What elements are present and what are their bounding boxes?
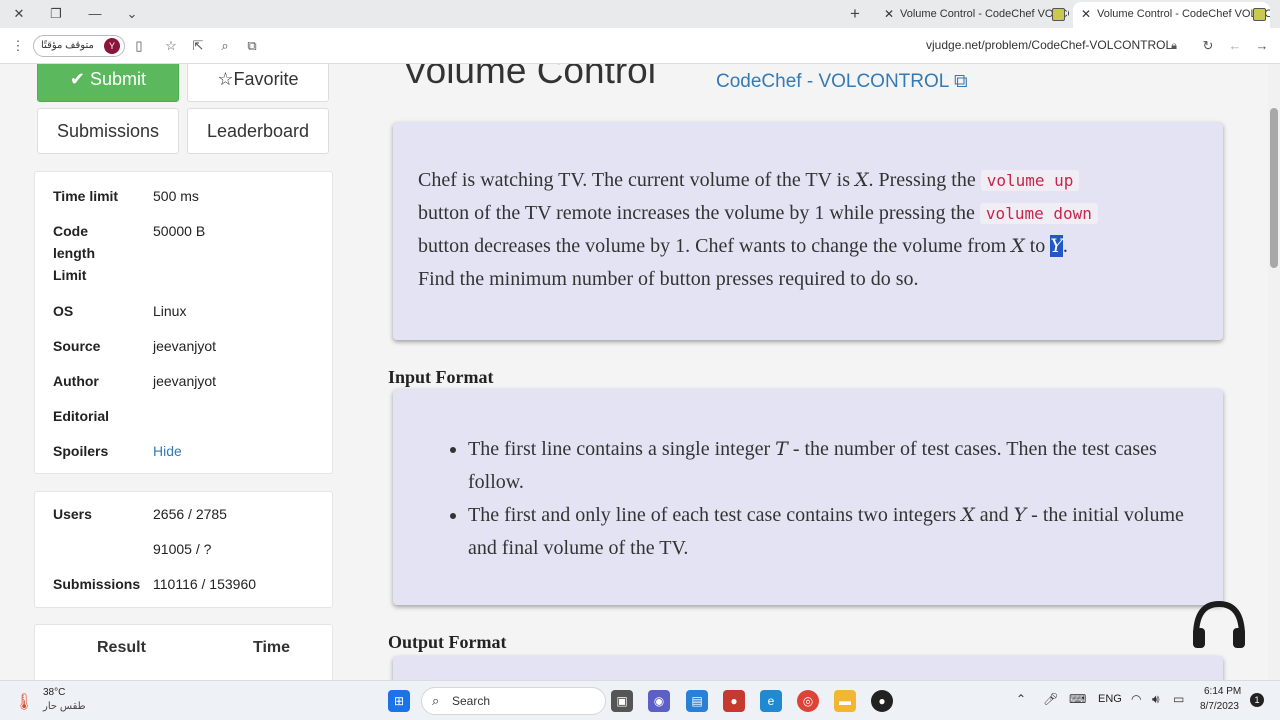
tab-1[interactable]: ✕ Volume Control - CodeChef VOLCONTROL xyxy=(876,2,1069,28)
output-format-heading: Output Format xyxy=(388,632,507,652)
scrollbar-thumb[interactable] xyxy=(1270,108,1278,268)
back-icon[interactable]: → xyxy=(1253,37,1271,55)
star-icon: ☆ xyxy=(217,69,234,89)
tab-title: Volume Control - CodeChef VOLCONTROL xyxy=(900,8,1069,20)
output-format-panel xyxy=(393,656,1223,680)
volume-icon[interactable]: 🔊︎ xyxy=(1152,692,1160,707)
math-var: X xyxy=(1011,235,1025,257)
page-scrollbar[interactable] xyxy=(1268,64,1280,680)
app-icon[interactable]: ● xyxy=(723,690,745,712)
input-format-heading: Input Format xyxy=(388,367,494,387)
submissions-button[interactable]: Submissions xyxy=(37,108,179,154)
weather-icon[interactable]: 🌡︎ xyxy=(14,692,34,712)
clock-date[interactable]: 8/7/2023 xyxy=(1200,701,1239,712)
battery-icon[interactable]: ▭ xyxy=(1173,692,1184,706)
wifi-icon[interactable]: ◠ xyxy=(1131,692,1141,706)
page-title: Volume Control xyxy=(403,64,656,91)
close-tab-icon[interactable]: ✕ xyxy=(884,2,894,26)
list-item: The first and only line of each test cas… xyxy=(468,499,1208,565)
statement-panel: Chef is watching TV. The current volume … xyxy=(393,122,1223,340)
input-format-panel: The first line contains a single integer… xyxy=(393,389,1223,605)
list-item: The first line contains a single integer… xyxy=(468,433,1208,499)
tab-2-active[interactable]: ✕ Volume Control - CodeChef VOLCONTROL xyxy=(1073,2,1270,28)
star-icon[interactable]: ☆ xyxy=(162,37,180,55)
sidebar-icon[interactable]: ▯ xyxy=(130,37,148,55)
language-indicator[interactable]: ENG xyxy=(1098,693,1122,705)
stats-card: Users 2656 / 2785 91005 / ? Submissions … xyxy=(34,491,333,608)
edge-icon[interactable]: e xyxy=(760,690,782,712)
profile-status: متوقف مؤقتًا xyxy=(41,40,94,51)
url-field[interactable]: vjudge.net/problem/CodeChef-VOLCONTROL xyxy=(926,38,1172,52)
leaderboard-button[interactable]: Leaderboard xyxy=(187,108,329,154)
share-icon[interactable]: ⇱ xyxy=(189,37,207,55)
github-icon[interactable]: ● xyxy=(871,690,893,712)
inline-code: volume down xyxy=(979,203,1098,224)
chrome-icon[interactable]: ◎ xyxy=(797,690,819,712)
close-window-icon[interactable]: ✕ xyxy=(10,5,28,23)
zoom-icon[interactable]: ⌕ xyxy=(216,37,234,55)
vjudge-favicon-icon xyxy=(1253,8,1266,21)
address-bar: ⋮ متوقف مؤقتًا Y ▯ ☆ ⇱ ⌕ ⧉ vjudge.net/pr… xyxy=(0,28,1280,64)
math-var: X xyxy=(961,504,975,526)
menu-dots-icon[interactable]: ⋮ xyxy=(9,37,27,55)
favorite-label: Favorite xyxy=(233,69,299,89)
statement-text: Chef is watching TV. The current volume … xyxy=(418,164,1208,296)
math-var: T xyxy=(775,438,788,460)
restore-window-icon[interactable]: ❐ xyxy=(47,5,65,23)
forward-icon[interactable]: ← xyxy=(1226,37,1244,55)
submit-button[interactable]: ✔ Submit xyxy=(37,64,179,102)
math-var: X xyxy=(854,169,869,191)
math-var-selected: Y xyxy=(1050,235,1063,257)
minimize-window-icon[interactable]: — xyxy=(86,5,104,23)
lock-icon[interactable]: 🔒︎ xyxy=(1165,37,1183,55)
tab-bar: ✕ ❐ — ⌄ + ✕ Volume Control - CodeChef VO… xyxy=(0,0,1280,28)
result-table: Result Time xyxy=(34,624,333,680)
microphone-icon[interactable]: 🎤︎ xyxy=(1043,692,1058,706)
source-link-label: CodeChef - VOLCONTROL xyxy=(716,71,949,92)
profile-button[interactable]: متوقف مؤقتًا Y xyxy=(33,35,125,57)
math-var: Y xyxy=(1013,504,1027,526)
folder-icon[interactable]: ▬ xyxy=(834,690,856,712)
input-format-list: The first line contains a single integer… xyxy=(468,433,1208,565)
external-link-icon: ⧉ xyxy=(953,71,968,92)
tab-search-icon[interactable]: ⌄ xyxy=(123,5,141,23)
weather-temp[interactable]: 38°C xyxy=(43,687,65,698)
tray-overflow-icon[interactable]: ⌃ xyxy=(1016,692,1026,706)
search-icon: ⌕ xyxy=(432,693,440,708)
keyboard-icon[interactable]: ⌨ xyxy=(1069,692,1086,706)
translate-icon[interactable]: ⧉ xyxy=(243,37,261,55)
page-content: ✔ Submit ☆Favorite Submissions Leaderboa… xyxy=(0,64,1268,680)
inline-code: volume up xyxy=(980,170,1080,191)
source-link[interactable]: CodeChef - VOLCONTROL ⧉ xyxy=(716,71,968,93)
vjudge-favicon-icon xyxy=(1052,8,1065,21)
start-icon[interactable]: ⊞ xyxy=(388,690,410,712)
taskbar: 🌡︎ 38°C طقس حار ⊞ ⌕ Search ▣ ◉ ▤ ● e ◎ ▬… xyxy=(0,680,1280,720)
chat-icon[interactable]: ◉ xyxy=(648,690,670,712)
store-icon[interactable]: ▤ xyxy=(686,690,708,712)
clock-time[interactable]: 6:14 PM xyxy=(1204,686,1241,697)
time-column-header[interactable]: Time xyxy=(253,639,290,657)
close-tab-icon[interactable]: ✕ xyxy=(1081,2,1091,26)
reload-icon[interactable]: ↻ xyxy=(1199,37,1217,55)
taskbar-search[interactable]: ⌕ Search xyxy=(421,687,606,715)
notification-badge[interactable]: 1 xyxy=(1250,693,1264,707)
submit-label: Submit xyxy=(90,69,147,89)
task-view-icon[interactable]: ▣ xyxy=(611,690,633,712)
problem-info-card: Time limit 500 ms Code length Limit 5000… xyxy=(34,171,333,474)
tab-title: Volume Control - CodeChef VOLCONTROL xyxy=(1097,8,1270,20)
favorite-button[interactable]: ☆Favorite xyxy=(187,64,329,102)
spoilers-hide-link[interactable]: Hide xyxy=(153,440,182,462)
search-label: Search xyxy=(452,694,491,708)
avatar: Y xyxy=(104,38,120,54)
weather-desc[interactable]: طقس حار xyxy=(43,701,86,712)
new-tab-icon[interactable]: + xyxy=(846,5,864,23)
check-icon: ✔ xyxy=(69,69,86,89)
headphones-icon[interactable] xyxy=(1190,598,1248,650)
result-column-header[interactable]: Result xyxy=(97,639,146,657)
